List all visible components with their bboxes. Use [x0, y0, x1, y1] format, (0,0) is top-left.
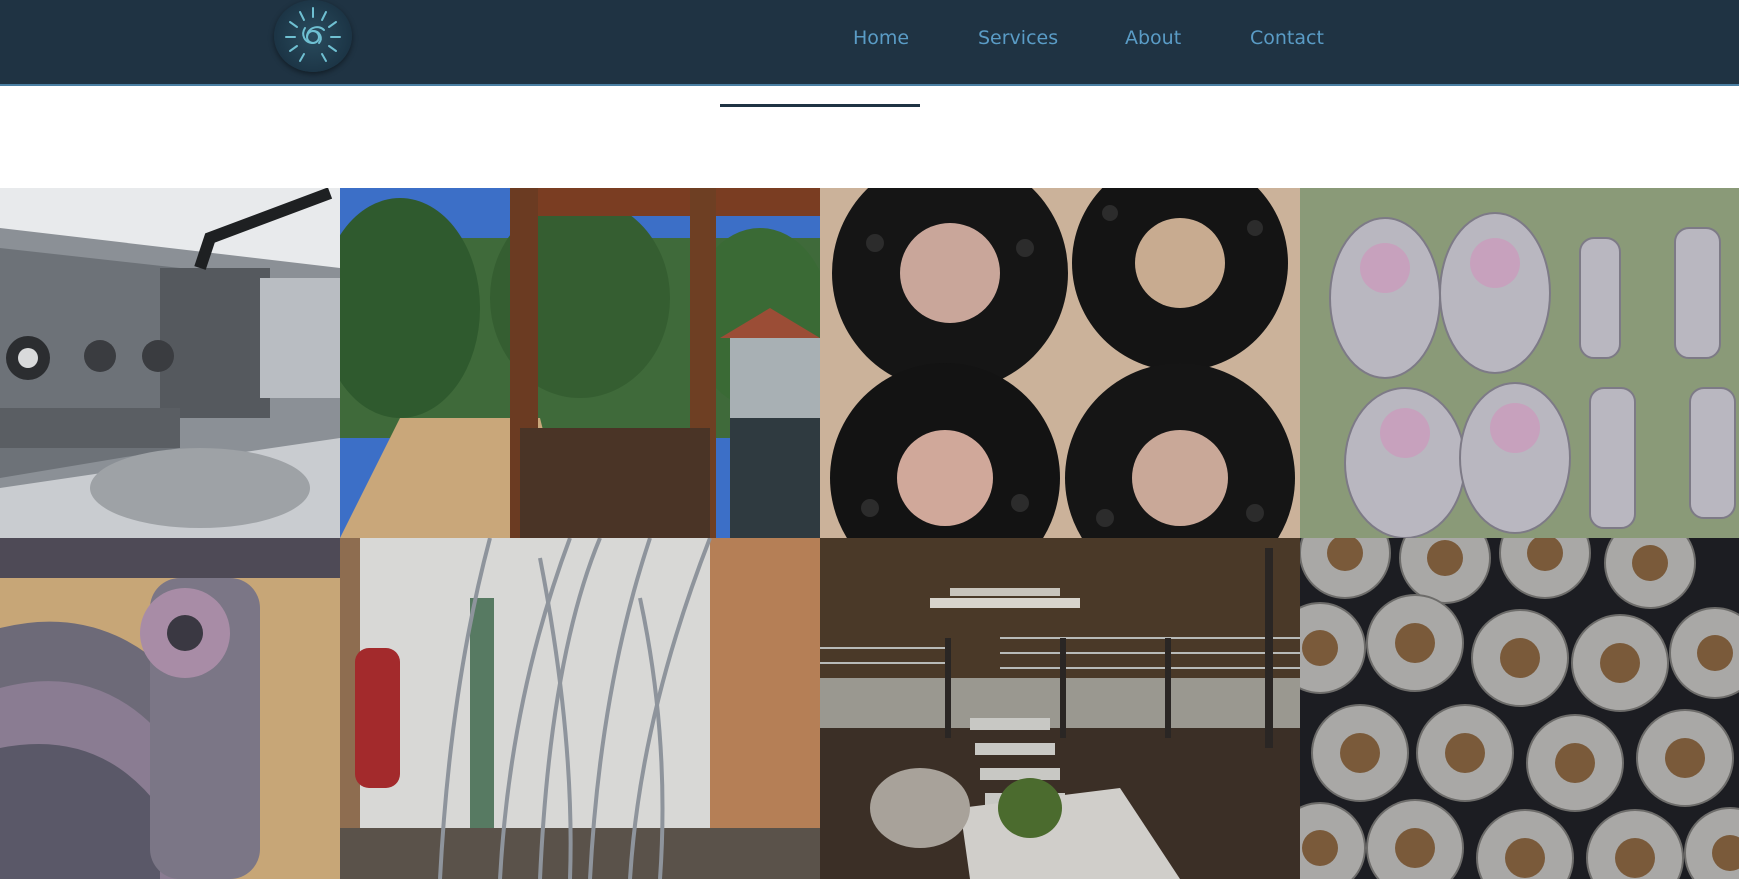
photo-gallery: [0, 188, 1739, 879]
cable-railing-stairs-photo: [820, 538, 1300, 879]
nav-about[interactable]: About: [1125, 27, 1181, 49]
left-hand-thread-nuts-photo: [1300, 538, 1739, 879]
gallery-image-cable-railing-stairs[interactable]: [820, 538, 1300, 879]
nav-services[interactable]: Services: [978, 27, 1058, 49]
gallery-image-stainless-brackets[interactable]: [1300, 188, 1739, 538]
stainless-brackets-photo: [1300, 188, 1739, 538]
metal-grass-sculpture-photo: [340, 538, 820, 879]
black-flanges-photo: [820, 188, 1300, 538]
gallery-image-welded-clamp[interactable]: [0, 538, 340, 879]
navbar: Home Services About Contact: [0, 0, 1739, 86]
welded-clamp-photo: [0, 538, 340, 879]
section-divider: [720, 104, 920, 107]
garden-pergola-photo: [340, 188, 820, 538]
gallery-image-left-hand-thread-nuts[interactable]: [1300, 538, 1739, 879]
gallery-image-garden-pergola[interactable]: [340, 188, 820, 538]
gallery-image-linear-rail-clamp[interactable]: [0, 188, 340, 538]
nav-links: Home Services About Contact: [0, 0, 1739, 84]
linear-rail-clamp-photo: [0, 188, 340, 538]
gallery-image-black-flanges[interactable]: [820, 188, 1300, 538]
nav-contact[interactable]: Contact: [1250, 27, 1324, 49]
gallery-image-metal-grass-sculpture[interactable]: [340, 538, 820, 879]
nav-home[interactable]: Home: [853, 27, 909, 49]
